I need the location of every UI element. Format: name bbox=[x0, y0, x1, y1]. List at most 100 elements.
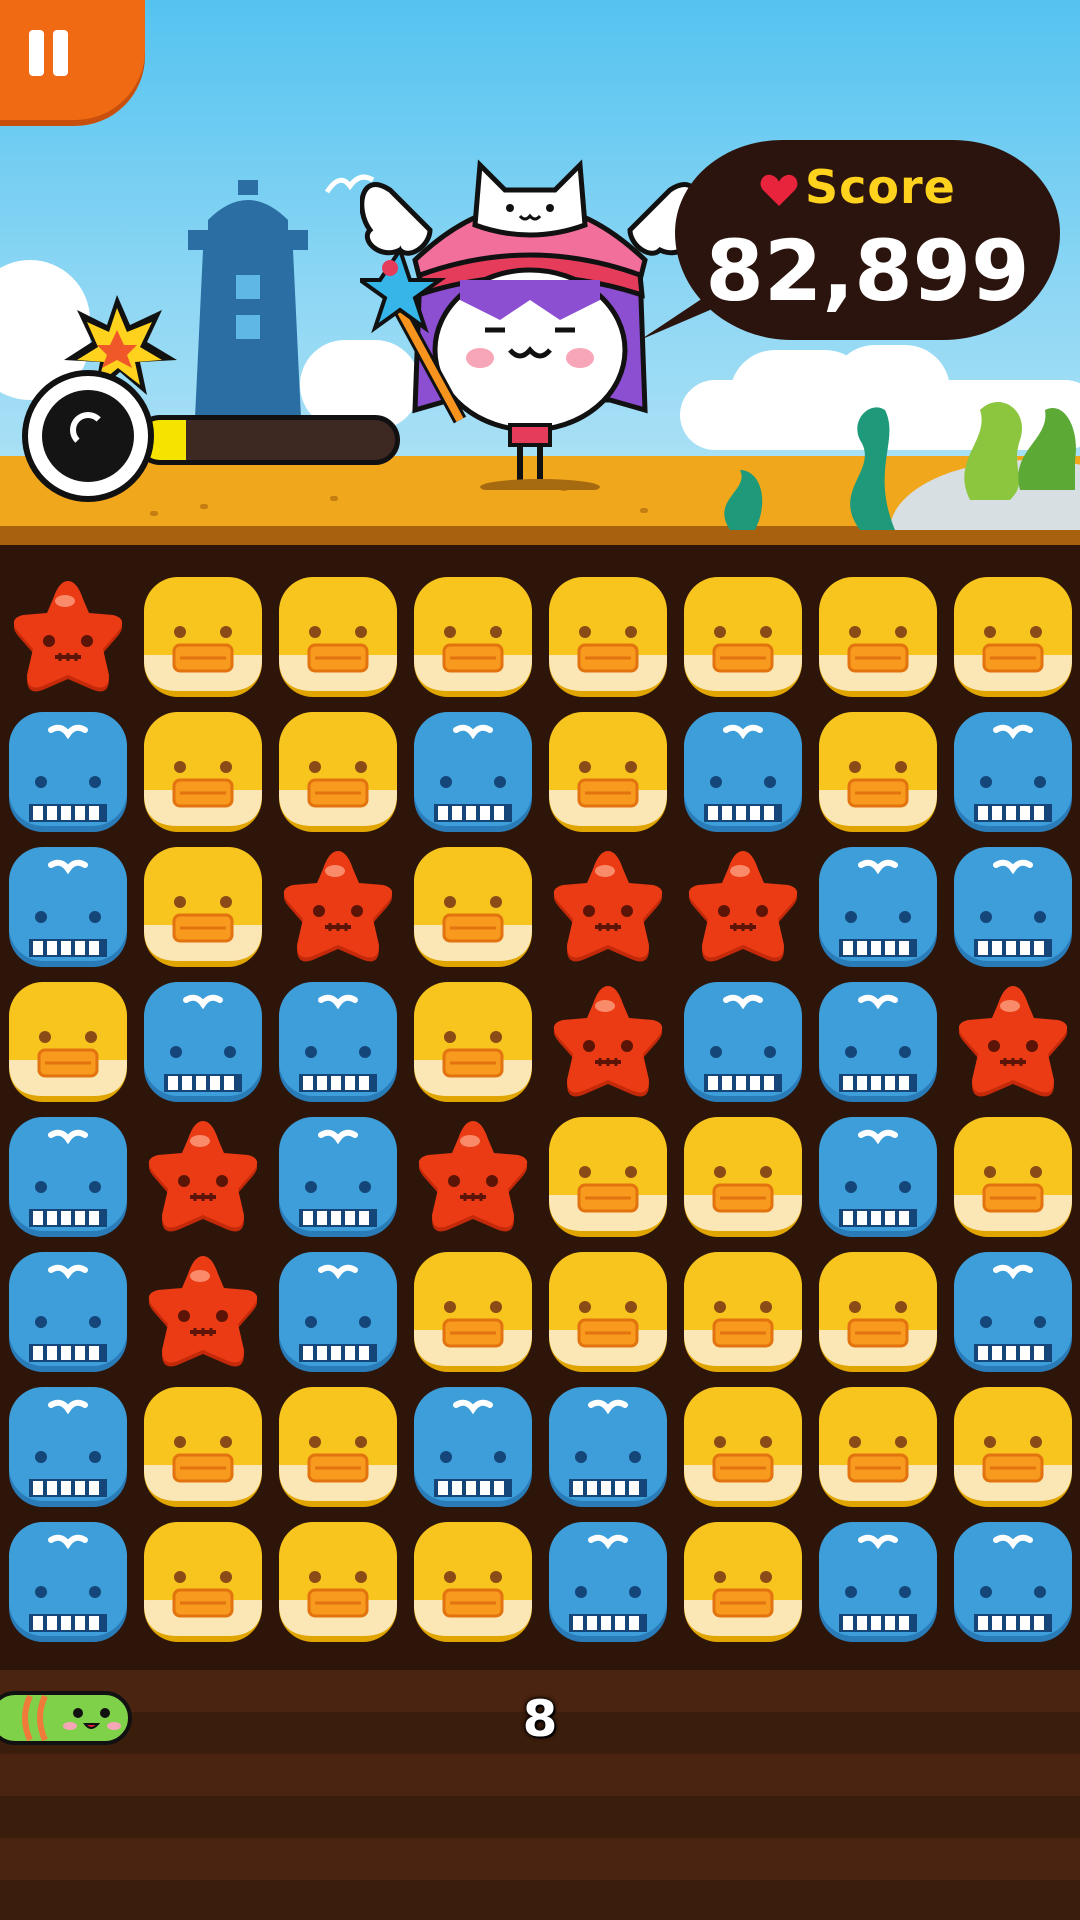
whale-tile[interactable] bbox=[680, 980, 806, 1106]
duck-icon bbox=[414, 1252, 532, 1372]
duck-icon bbox=[549, 1117, 667, 1237]
whale-tile[interactable] bbox=[950, 1520, 1076, 1646]
duck-tile[interactable] bbox=[545, 710, 671, 836]
score-label: Score bbox=[805, 160, 956, 214]
duck-icon bbox=[684, 1117, 802, 1237]
duck-tile[interactable] bbox=[275, 575, 401, 701]
duck-tile[interactable] bbox=[410, 575, 536, 701]
star-tile[interactable] bbox=[140, 1250, 266, 1376]
whale-tile[interactable] bbox=[950, 710, 1076, 836]
whale-icon bbox=[954, 1252, 1072, 1372]
whale-tile[interactable] bbox=[545, 1520, 671, 1646]
duck-tile[interactable] bbox=[410, 980, 536, 1106]
duck-icon bbox=[279, 577, 397, 697]
whale-tile[interactable] bbox=[410, 1385, 536, 1511]
duck-tile[interactable] bbox=[140, 845, 266, 971]
heart-icon bbox=[760, 174, 798, 206]
duck-tile[interactable] bbox=[680, 1385, 806, 1511]
star-tile[interactable] bbox=[5, 575, 131, 701]
whale-tile[interactable] bbox=[5, 845, 131, 971]
whale-icon bbox=[819, 847, 937, 967]
duck-tile[interactable] bbox=[545, 575, 671, 701]
duck-tile[interactable] bbox=[140, 710, 266, 836]
duck-tile[interactable] bbox=[275, 1520, 401, 1646]
bomb-icon[interactable] bbox=[22, 370, 154, 502]
duck-tile[interactable] bbox=[275, 1385, 401, 1511]
duck-icon bbox=[549, 712, 667, 832]
duck-tile[interactable] bbox=[950, 575, 1076, 701]
whale-tile[interactable] bbox=[410, 710, 536, 836]
duck-tile[interactable] bbox=[950, 1115, 1076, 1241]
duck-tile[interactable] bbox=[815, 1250, 941, 1376]
duck-tile[interactable] bbox=[140, 1520, 266, 1646]
whale-icon bbox=[279, 982, 397, 1102]
whale-tile[interactable] bbox=[5, 1520, 131, 1646]
duck-tile[interactable] bbox=[140, 1385, 266, 1511]
duck-icon bbox=[279, 1522, 397, 1642]
duck-tile[interactable] bbox=[410, 1250, 536, 1376]
duck-tile[interactable] bbox=[950, 1385, 1076, 1511]
whale-tile[interactable] bbox=[680, 710, 806, 836]
star-tile[interactable] bbox=[275, 845, 401, 971]
whale-tile[interactable] bbox=[545, 1385, 671, 1511]
whale-icon bbox=[279, 1117, 397, 1237]
duck-tile[interactable] bbox=[680, 575, 806, 701]
whale-icon bbox=[684, 982, 802, 1102]
whale-icon bbox=[819, 982, 937, 1102]
star-tile[interactable] bbox=[545, 845, 671, 971]
whale-tile[interactable] bbox=[815, 980, 941, 1106]
star-tile[interactable] bbox=[950, 980, 1076, 1106]
star-icon bbox=[13, 581, 123, 692]
duck-tile[interactable] bbox=[410, 1520, 536, 1646]
whale-tile[interactable] bbox=[815, 1520, 941, 1646]
duck-icon bbox=[549, 577, 667, 697]
duck-icon bbox=[144, 712, 262, 832]
star-icon bbox=[148, 1256, 258, 1367]
whale-icon bbox=[954, 712, 1072, 832]
duck-tile[interactable] bbox=[815, 575, 941, 701]
star-tile[interactable] bbox=[140, 1115, 266, 1241]
duck-icon bbox=[279, 1387, 397, 1507]
duck-tile[interactable] bbox=[140, 575, 266, 701]
duck-tile[interactable] bbox=[275, 710, 401, 836]
star-icon bbox=[283, 851, 393, 962]
duck-tile[interactable] bbox=[545, 1250, 671, 1376]
whale-icon bbox=[9, 712, 127, 832]
duck-tile[interactable] bbox=[410, 845, 536, 971]
duck-tile[interactable] bbox=[680, 1115, 806, 1241]
duck-tile[interactable] bbox=[815, 710, 941, 836]
whale-icon bbox=[819, 1117, 937, 1237]
duck-icon bbox=[549, 1252, 667, 1372]
duck-icon bbox=[144, 847, 262, 967]
whale-tile[interactable] bbox=[140, 980, 266, 1106]
duck-icon bbox=[684, 1252, 802, 1372]
whale-tile[interactable] bbox=[5, 710, 131, 836]
duck-icon bbox=[684, 577, 802, 697]
whale-tile[interactable] bbox=[275, 1250, 401, 1376]
whale-tile[interactable] bbox=[815, 1115, 941, 1241]
star-icon bbox=[553, 986, 663, 1097]
whale-tile[interactable] bbox=[815, 845, 941, 971]
duck-icon bbox=[954, 1387, 1072, 1507]
whale-tile[interactable] bbox=[5, 1115, 131, 1241]
whale-tile[interactable] bbox=[950, 845, 1076, 971]
duck-icon bbox=[684, 1522, 802, 1642]
whale-tile[interactable] bbox=[275, 980, 401, 1106]
duck-tile[interactable] bbox=[5, 980, 131, 1106]
duck-tile[interactable] bbox=[680, 1520, 806, 1646]
whale-icon bbox=[414, 712, 532, 832]
whale-tile[interactable] bbox=[5, 1250, 131, 1376]
whale-tile[interactable] bbox=[950, 1250, 1076, 1376]
duck-icon bbox=[819, 577, 937, 697]
star-tile[interactable] bbox=[410, 1115, 536, 1241]
whale-icon bbox=[954, 1522, 1072, 1642]
duck-tile[interactable] bbox=[815, 1385, 941, 1511]
star-tile[interactable] bbox=[680, 845, 806, 971]
duck-tile[interactable] bbox=[680, 1250, 806, 1376]
star-icon bbox=[688, 851, 798, 962]
whale-tile[interactable] bbox=[5, 1385, 131, 1511]
duck-icon bbox=[414, 982, 532, 1102]
whale-tile[interactable] bbox=[275, 1115, 401, 1241]
star-tile[interactable] bbox=[545, 980, 671, 1106]
duck-tile[interactable] bbox=[545, 1115, 671, 1241]
